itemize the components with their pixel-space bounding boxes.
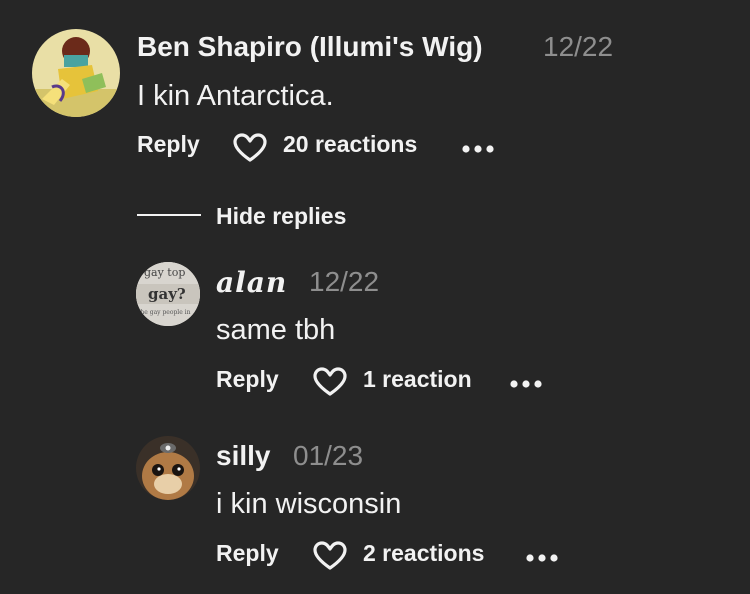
more-options-icon[interactable] <box>525 550 559 568</box>
reply-author[interactable]: alan <box>216 266 287 299</box>
hide-replies-button[interactable]: Hide replies <box>216 203 346 230</box>
avatar-ben-shapiro[interactable] <box>32 29 120 117</box>
heart-icon[interactable] <box>313 367 347 402</box>
comment-author[interactable]: Ben Shapiro (Illumi's Wig) <box>137 31 483 63</box>
avatar-alan[interactable]: gay top gay? the gay people in <box>136 262 200 326</box>
more-options-icon[interactable] <box>509 376 543 394</box>
replies-divider <box>137 214 201 216</box>
avatar-text-line2: gay? <box>148 285 186 303</box>
avatar-image <box>32 29 120 117</box>
reactions-count[interactable]: 2 reactions <box>363 540 484 567</box>
comment-date: 12/22 <box>543 31 614 62</box>
reply-button[interactable]: Reply <box>216 540 279 567</box>
avatar-text-line3: the gay people in <box>138 309 191 316</box>
reply-author[interactable]: silly <box>216 440 270 472</box>
more-options-icon[interactable] <box>461 141 495 159</box>
reply-button[interactable]: Reply <box>137 131 200 158</box>
reply-date: 12/22 <box>309 266 380 297</box>
reply-text: same tbh <box>216 314 336 346</box>
reply-date: 01/23 <box>293 440 364 471</box>
reply-text: i kin wisconsin <box>216 488 402 520</box>
heart-icon[interactable] <box>313 541 347 576</box>
reactions-count[interactable]: 1 reaction <box>363 366 472 393</box>
reply-button[interactable]: Reply <box>216 366 279 393</box>
avatar-silly[interactable] <box>136 436 200 500</box>
avatar-image: gay top gay? the gay people in <box>136 262 200 326</box>
heart-icon[interactable] <box>233 133 267 168</box>
avatar-image <box>136 436 200 500</box>
reactions-count[interactable]: 20 reactions <box>283 131 417 158</box>
comment-text: I kin Antarctica. <box>137 80 334 112</box>
avatar-text-line1: gay top <box>144 266 185 279</box>
